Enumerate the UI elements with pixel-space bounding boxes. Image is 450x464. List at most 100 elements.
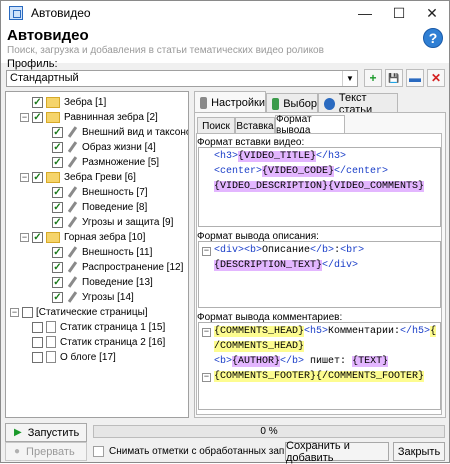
minimize-button[interactable]: — [348, 1, 382, 25]
tree-item-label: Угрозы [14] [82, 291, 134, 303]
doc-icon [46, 321, 56, 333]
tree-item-checkbox[interactable]: ✓ [52, 216, 63, 228]
close-dialog-button[interactable]: Закрыть [393, 442, 445, 461]
tree-item[interactable]: ✓ Образ жизни [4] [40, 140, 156, 154]
tree-item-label: Угрозы и защита [9] [82, 216, 174, 228]
tree-item[interactable]: − ✓ Равнинная зебра [2] [20, 110, 158, 124]
code-line: <div><b>Описание</b>:<br> [214, 244, 364, 258]
tree-item-checkbox[interactable] [32, 321, 43, 333]
maximize-button[interactable]: ☐ [382, 1, 416, 25]
video-format-editor[interactable]: <h3>{VIDEO_TITLE}</h3> <center>{VIDEO_COD… [198, 147, 441, 227]
code-token: /COMMENTS_HEAD} [214, 341, 305, 352]
uncheck-processed-label: Снимать отметки с обработанных записей [109, 446, 307, 457]
add-profile-button[interactable]: + [364, 69, 382, 87]
collapse-icon[interactable]: − [20, 172, 29, 182]
tab-insert[interactable]: Вставка [235, 117, 275, 134]
tree-item-checkbox[interactable]: ✓ [52, 261, 63, 273]
tab-settings[interactable]: Настройки [194, 91, 266, 113]
tree-item[interactable]: ✓ Поведение [8] [40, 200, 147, 214]
tree-item-checkbox[interactable]: ✓ [32, 111, 43, 123]
chevron-down-icon[interactable]: ▼ [342, 71, 357, 86]
tree-item-checkbox[interactable]: ✓ [52, 291, 63, 303]
uncheck-processed-checkbox[interactable] [93, 446, 104, 457]
tree-item[interactable]: ✓ Поведение [13] [40, 275, 153, 289]
collapse-icon[interactable]: − [10, 307, 19, 317]
tree-item[interactable]: − ✓ Горная зебра [10] [20, 230, 145, 244]
title-bar: Автовидео — ☐ ✕ [1, 1, 449, 25]
tree-item[interactable]: ✓ Размножение [5] [40, 155, 159, 169]
code-line: <h3>{VIDEO_TITLE}</h3> [214, 150, 346, 164]
close-button[interactable]: ✕ [415, 1, 449, 25]
tree-item[interactable]: ✓ Угрозы и защита [9] [40, 215, 173, 229]
start-button[interactable]: ▶ Запустить [5, 423, 87, 442]
tree-item-checkbox[interactable] [32, 336, 43, 348]
stop-button[interactable]: ● Прервать [5, 442, 87, 461]
category-tree[interactable]: ✓ Зебра [1] − ✓ Равнинная зебра [2] ✓ Внешний … [5, 91, 189, 418]
tree-item-label: Равнинная зебра [2] [64, 111, 158, 123]
page-title: Автовидео [7, 27, 89, 44]
tree-item-label: Статик страница 1 [15] [60, 321, 166, 333]
tab-output-format[interactable]: Формат вывода [275, 114, 345, 136]
tree-item[interactable]: ✓ Внешний вид и таксономия [3] [40, 125, 188, 139]
help-icon[interactable]: ? [423, 28, 443, 48]
tree-item-checkbox[interactable]: ✓ [52, 156, 63, 168]
tab-search[interactable]: Поиск [197, 117, 235, 134]
tree-item[interactable]: − [Статические страницы] [10, 305, 148, 319]
tree-item-checkbox[interactable]: ✓ [52, 126, 63, 138]
tree-item-checkbox[interactable]: ✓ [52, 201, 63, 213]
code-line: {DESCRIPTION_TEXT}</div> [214, 259, 358, 273]
progress-bar: 0 % [93, 425, 445, 438]
description-format-editor[interactable]: − <div><b>Описание</b>:<br> {DESCRIPTION_T… [198, 241, 441, 308]
pencil-icon [66, 276, 78, 288]
tree-item[interactable]: ✓ Внешность [11] [40, 245, 152, 259]
delete-profile-button[interactable]: ✕ [427, 69, 445, 87]
tree-item[interactable]: Статик страница 1 [15] [20, 320, 165, 334]
tab-selection[interactable]: Выбор [266, 93, 318, 113]
tab-insert-label: Вставка [236, 120, 274, 132]
stop-icon: ● [14, 446, 21, 457]
stop-button-label: Прервать [26, 445, 75, 458]
tree-item-label: Поведение [13] [82, 276, 153, 288]
tree-item-checkbox[interactable]: ✓ [52, 246, 63, 258]
profile-select[interactable]: Стандартный ▼ [6, 70, 358, 87]
tree-item[interactable]: − ✓ Зебра Греви [6] [20, 170, 136, 184]
tree-item-checkbox[interactable] [22, 306, 33, 318]
folder-icon [46, 111, 60, 123]
fold-icon[interactable]: − [202, 373, 211, 382]
tree-item-checkbox[interactable]: ✓ [32, 171, 43, 183]
tree-item-checkbox[interactable]: ✓ [32, 231, 43, 243]
rename-profile-button[interactable]: ▬ [406, 69, 424, 87]
save-and-add-button[interactable]: Сохранить и добавить [285, 439, 389, 464]
uncheck-processed-option[interactable]: Снимать отметки с обработанных записей [93, 446, 306, 457]
tree-item-checkbox[interactable]: ✓ [32, 96, 43, 108]
profile-select-value: Стандартный [10, 72, 79, 84]
code-token: </center> [334, 166, 389, 177]
comments-format-editor[interactable]: − {COMMENTS_HEAD}<h5>Комментарии:</h5>{/C… [198, 322, 441, 410]
tab-selection-label: Выбор [283, 97, 317, 110]
collapse-icon[interactable]: − [20, 232, 29, 242]
page-subtitle: Поиск, загрузка и добавления в статьи те… [7, 45, 324, 56]
tree-item[interactable]: ✓ Угрозы [14] [40, 290, 134, 304]
tree-item-checkbox[interactable]: ✓ [52, 141, 63, 153]
edit-icon: ▬ [409, 71, 421, 85]
fold-icon[interactable]: − [202, 247, 211, 256]
collapse-icon[interactable]: − [20, 112, 29, 122]
tree-item[interactable]: Статик страница 2 [16] [20, 335, 165, 349]
code-token: {DESCRIPTION_TEXT} [214, 260, 323, 271]
tree-item-label: [Статические страницы] [36, 306, 148, 318]
tree-item-checkbox[interactable] [32, 351, 43, 363]
fold-icon[interactable]: − [202, 328, 211, 337]
code-token: {VIDEO_TITLE} [238, 151, 317, 162]
tab-article-text[interactable]: Текст статьи [318, 92, 398, 116]
tree-item[interactable]: ✓ Распространение [12] [40, 260, 183, 274]
code-token: пишет: [304, 356, 353, 367]
pencil-icon [66, 141, 78, 153]
tree-item[interactable]: ✓ Внешность [7] [40, 185, 148, 199]
tree-item-checkbox[interactable]: ✓ [52, 186, 63, 198]
save-profile-button[interactable]: 💾 [385, 69, 403, 87]
tree-item-checkbox[interactable]: ✓ [52, 276, 63, 288]
tree-item[interactable]: О блоге [17] [20, 350, 116, 364]
tree-item[interactable]: ✓ Зебра [1] [20, 95, 106, 109]
save-and-add-label: Сохранить и добавить [286, 439, 350, 464]
code-token: <h3> [214, 151, 239, 162]
